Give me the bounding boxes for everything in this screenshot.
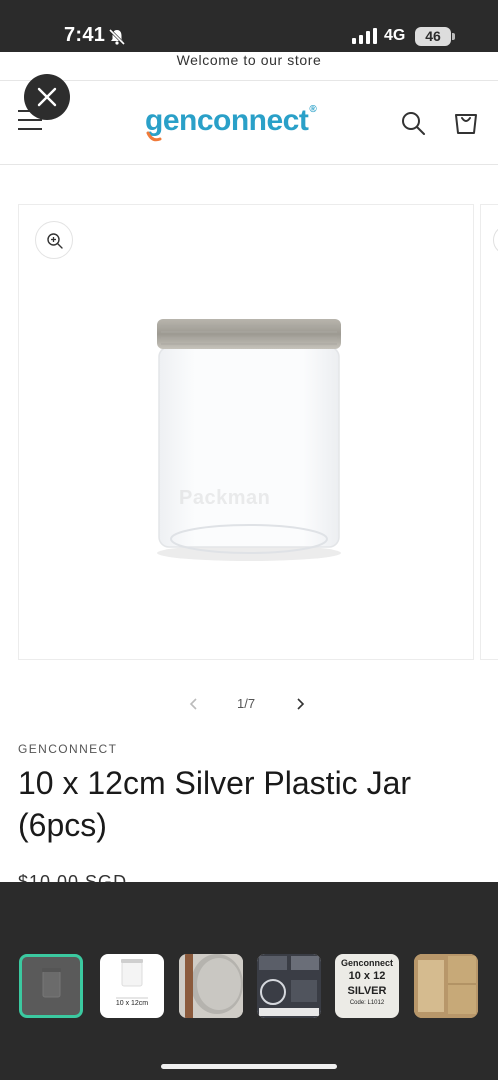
bell-muted-icon [108, 28, 126, 46]
status-time: 7:41 [64, 24, 106, 46]
status-bar: 7:41 4G 46 [0, 0, 498, 52]
search-icon[interactable] [400, 110, 426, 136]
thumbnail-2[interactable]: 10 x 12cm [100, 954, 164, 1018]
thumbnail-2-label: 10 x 12cm [115, 1000, 149, 1007]
logo-swoosh-icon [146, 131, 162, 142]
site-header: genconnect® [0, 81, 498, 165]
zoom-button[interactable] [35, 221, 73, 259]
chevron-right-icon[interactable] [292, 696, 308, 712]
battery-icon: 46 [415, 27, 451, 46]
product-title: 10 x 12cm Silver Plastic Jar (6pcs) [18, 765, 412, 843]
thumbnail-3[interactable] [179, 954, 243, 1018]
thumbnail-strip: 10 x 12cm Genconnect 10 x 12 SILVER Code… [0, 882, 498, 1080]
logo-registered: ® [309, 104, 317, 115]
jar-collage-thumbnail-image [257, 954, 321, 1018]
thumbnail-6[interactable] [414, 954, 478, 1018]
product-price: $10.00 SGD [18, 872, 128, 882]
thumbnail-5-code: Code: L1012 [349, 1000, 385, 1006]
gallery-counter: 1/7 [237, 696, 256, 711]
home-indicator[interactable] [161, 1064, 337, 1069]
close-button[interactable] [24, 74, 70, 120]
close-icon [37, 87, 57, 107]
product-image-frame[interactable]: Packman [18, 204, 474, 660]
boxes-thumbnail-image [414, 954, 478, 1018]
product-page: Welcome to our store genconnect® Packman… [0, 52, 498, 882]
next-zoom-button [493, 225, 498, 255]
product-jar-image [157, 319, 341, 561]
logo-text: genconnect [145, 104, 309, 137]
battery-tip [452, 33, 455, 40]
thumbnail-5-size: 10 x 12 [348, 970, 386, 982]
thumbnail-5[interactable]: Genconnect 10 x 12 SILVER Code: L1012 [335, 954, 399, 1018]
image-watermark: Packman [179, 487, 271, 509]
thumbnail-1[interactable] [19, 954, 83, 1018]
network-type: 4G [384, 27, 406, 44]
cart-icon[interactable] [452, 108, 480, 136]
thumbnail-5-color: SILVER [347, 985, 387, 997]
lid-closeup-thumbnail-image [179, 954, 243, 1018]
site-logo[interactable]: genconnect® [145, 104, 317, 138]
announcement-bar: Welcome to our store [0, 52, 498, 81]
thumbnail-5-brand: Genconnect [340, 958, 393, 968]
signal-icon [352, 28, 377, 44]
jar-dimensions-thumbnail-image [116, 959, 148, 999]
jar-thumbnail-image [42, 968, 61, 998]
chevron-left-icon[interactable] [186, 696, 202, 712]
gallery-pager: 1/7 [0, 692, 498, 716]
product-vendor: GENCONNECT [18, 742, 118, 756]
next-image-peek[interactable] [480, 204, 498, 660]
zoom-in-icon [47, 233, 63, 249]
thumbnail-4[interactable] [257, 954, 321, 1018]
